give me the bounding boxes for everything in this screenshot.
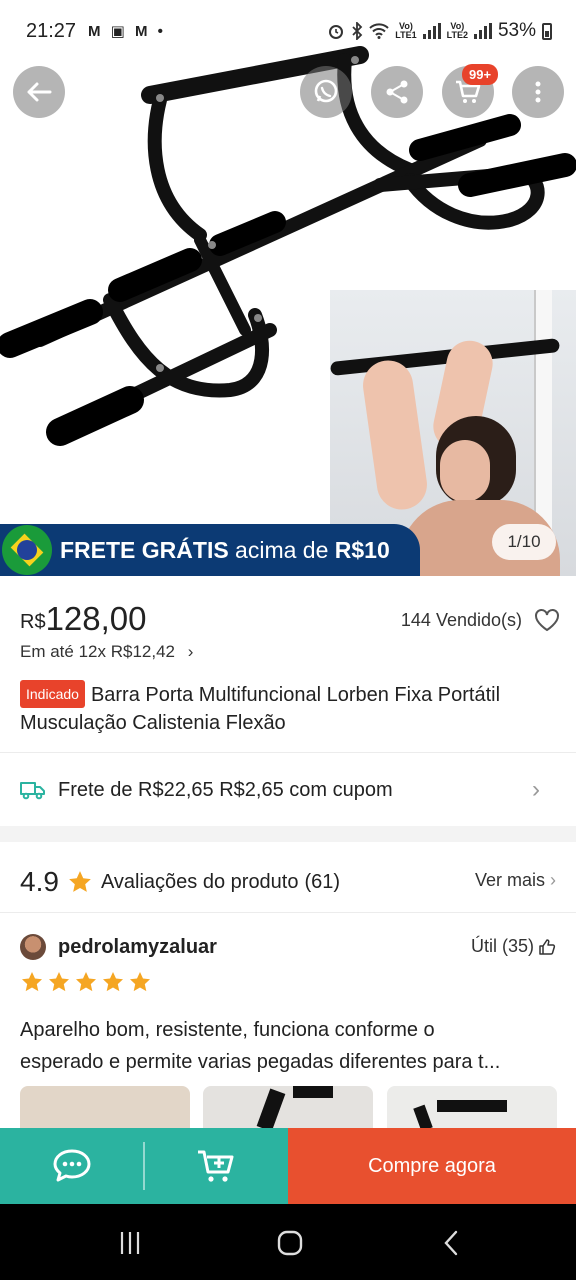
more-options-button[interactable] (512, 66, 564, 118)
delivery-truck-icon (20, 782, 45, 800)
installment-info[interactable]: Em até 12x R$12,42 › (20, 642, 193, 662)
star-icon (22, 972, 42, 992)
currency-symbol: R$ (20, 611, 46, 633)
thumbs-up-icon (539, 938, 556, 955)
installment-chevron-icon: › (187, 642, 194, 661)
share-icon (386, 80, 408, 104)
product-title-text: Barra Porta Multifuncional Lorben Fixa P… (20, 684, 501, 734)
reviews-count: (61) (304, 870, 341, 893)
avatar (20, 934, 46, 960)
star-icon (49, 972, 69, 992)
reviews-title: Avaliações do produto (100, 870, 299, 893)
star-icon (103, 972, 123, 992)
wifi-icon (369, 23, 389, 39)
sim1-network: Vo) LTE1 (395, 21, 417, 40)
shipping-text: Frete de R$22,65 R$2,65 com cupom (58, 778, 393, 801)
action-left-group (0, 1128, 288, 1204)
more-vertical-icon (535, 81, 541, 103)
chat-icon (53, 1149, 91, 1182)
divider (0, 752, 576, 753)
cart-count-badge: 99+ (462, 64, 499, 85)
bluetooth-icon (352, 22, 363, 40)
back-button[interactable] (13, 66, 65, 118)
review-author-row: pedrolamyzaluar Útil (35) (20, 932, 556, 962)
review-photo[interactable] (203, 1086, 373, 1130)
system-icons: Vo) LTE1 Vo) LTE2 53% (327, 20, 552, 42)
system-navigation-bar (0, 1204, 576, 1280)
buy-now-button[interactable]: Compre agora (288, 1128, 576, 1204)
recent-apps-button[interactable] (110, 1228, 150, 1258)
installment-value: 12x R$12,42 (78, 642, 175, 661)
chevron-left-icon (444, 1230, 458, 1256)
useful-button[interactable]: Útil (35) (471, 936, 556, 957)
product-title: Indicado Barra Porta Multifuncional Lorbe… (20, 680, 560, 736)
status-bar: 21:27 M ▣ M • Vo) LTE1 Vo) LTE2 53% (0, 0, 576, 64)
back-nav-button[interactable] (432, 1228, 472, 1258)
divider (143, 1142, 145, 1190)
star-icon (76, 972, 96, 992)
home-icon (277, 1230, 303, 1256)
free-shipping-banner: FRETE GRÁTIS acima de R$10 (0, 524, 420, 576)
review-stars (20, 970, 152, 994)
brazil-flag-icon (2, 525, 52, 575)
alarm-icon (329, 25, 344, 39)
star-icon (130, 972, 150, 992)
signal2-icon (473, 23, 492, 39)
see-more-link[interactable]: Ver mais › (475, 870, 556, 891)
share-button[interactable] (371, 66, 423, 118)
clock: 21:27 (26, 20, 77, 42)
review-author: pedrolamyzaluar (58, 935, 217, 958)
chat-button[interactable] (0, 1128, 144, 1204)
section-separator (0, 826, 576, 842)
product-price: 128,00 (45, 600, 147, 637)
average-rating: 4.9 (20, 866, 59, 897)
battery-percent: 53% (497, 20, 536, 41)
bottom-action-bar: Compre agora (0, 1128, 576, 1204)
price-row: R$128,00 144 Vendido(s) (20, 600, 560, 640)
chevron-right-icon: › (550, 870, 556, 890)
chevron-right-icon: › (532, 776, 540, 803)
whatsapp-share-button[interactable] (300, 66, 352, 118)
sold-count: 144 Vendido(s) (400, 610, 522, 630)
notification-icons: M ▣ M • (88, 23, 166, 40)
signal1-icon (422, 23, 441, 39)
arrow-left-icon (27, 82, 52, 102)
cart-plus-icon (198, 1150, 234, 1182)
favorite-heart-icon[interactable] (534, 608, 560, 632)
battery-icon (542, 22, 552, 40)
review-text[interactable]: Aparelho bom, resistente, funciona confo… (20, 1014, 556, 1078)
image-counter: 1/10 (492, 524, 556, 560)
free-shipping-text: FRETE GRÁTIS acima de R$10 (60, 536, 390, 563)
shipping-row[interactable]: Frete de R$22,65 R$2,65 com cupom › (20, 770, 560, 810)
sim2-network: Vo) LTE2 (446, 21, 468, 40)
add-to-cart-button[interactable] (144, 1128, 288, 1204)
whatsapp-icon (314, 79, 338, 103)
home-button[interactable] (270, 1228, 310, 1258)
star-icon (69, 871, 91, 892)
recent-apps-icon (120, 1232, 140, 1254)
review-photo[interactable] (20, 1086, 190, 1130)
review-photo[interactable] (387, 1086, 557, 1130)
review-photos (20, 1086, 560, 1130)
divider (0, 912, 576, 913)
reviews-header: 4.9 Avaliações do produto (61) Ver mais … (20, 864, 556, 900)
recommended-tag: Indicado (20, 680, 85, 708)
